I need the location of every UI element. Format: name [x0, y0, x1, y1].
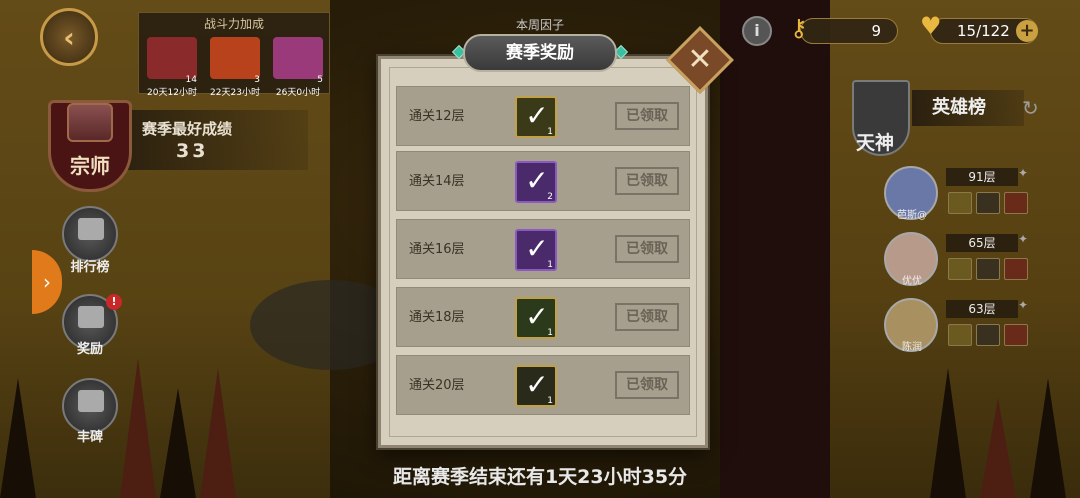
reward-condition: 通关16层: [409, 242, 465, 257]
gold-chest-icon: ♥: [920, 12, 942, 40]
monument-label: 丰碑: [76, 430, 103, 445]
back-button[interactable]: ‹: [40, 8, 98, 66]
season-best-label: 赛季最好成绩: [142, 120, 233, 138]
hero-board-tab[interactable]: 英雄榜: [912, 90, 1024, 126]
hero-item-slot: [1004, 192, 1028, 214]
reward-row: 通关18层 ✓ 1 已领取: [396, 287, 690, 347]
hero-name: 芭斯@: [897, 210, 927, 221]
reward-condition: 通关12层: [409, 109, 465, 124]
potion-buff-icon: [273, 37, 323, 79]
key-icon: ⚷: [790, 14, 808, 42]
reward-row: 通关12层 ✓ 1 已领取: [396, 86, 690, 146]
hero-rank-icon: ✦: [1018, 298, 1029, 312]
treasure-chest-icon: [78, 306, 104, 328]
hero-item-slot: [948, 324, 972, 346]
buff-count: 3: [254, 75, 260, 85]
buff-item[interactable]: 5 26天0小时: [269, 35, 327, 98]
notification-badge: !: [106, 294, 122, 310]
leaderboard-icon: [78, 218, 104, 240]
reward-item[interactable]: ✓ 2: [515, 161, 557, 203]
god-rank-name: 天神: [856, 132, 895, 154]
weekly-factor-label: 本周因子: [515, 18, 564, 32]
hero-floor: 63层: [946, 300, 1018, 318]
hero-rank-icon: ✦: [1018, 166, 1029, 180]
combat-buff-panel: 战斗力加成 14 20天12小时 3 22天23小时 5 26天0小时: [138, 12, 330, 98]
hero-floor: 91层: [946, 168, 1018, 186]
key-count: 9: [871, 22, 881, 40]
rank-emblem[interactable]: 宗师: [48, 100, 132, 192]
hero-name: 优优: [902, 276, 922, 287]
hero-item-slot: [1004, 324, 1028, 346]
claimed-stamp: 已领取: [615, 303, 679, 331]
buff-item[interactable]: 14 20天12小时: [143, 35, 201, 98]
hero-entry[interactable]: 芭斯@ 91层 ✦: [884, 166, 1034, 226]
hero-item-slot: [976, 324, 1000, 346]
buff-time: 26天0小时: [275, 88, 321, 98]
reward-condition: 通关20层: [409, 378, 465, 393]
reward-qty: 1: [547, 396, 553, 406]
season-best-panel: 赛季最好成绩 33: [128, 110, 308, 170]
reward-item[interactable]: ✓ 1: [515, 297, 557, 339]
season-best-value: 33: [176, 140, 209, 162]
modal-title: 赛季奖励: [463, 34, 617, 72]
rewards-label: 奖励: [76, 342, 103, 357]
buff-time: 22天23小时: [210, 88, 260, 98]
reward-qty: 2: [547, 192, 553, 202]
hero-floor: 65层: [946, 234, 1018, 252]
back-arrow-icon: ‹: [63, 20, 75, 54]
buff-count: 5: [317, 75, 323, 85]
hero-item-slot: [948, 258, 972, 280]
reward-qty: 1: [547, 127, 553, 137]
reward-row: 通关20层 ✓ 1 已领取: [396, 355, 690, 415]
reward-row: 通关14层 ✓ 2 已领取: [396, 151, 690, 211]
crown-crest-icon: [67, 103, 113, 142]
hero-item-slot: [1004, 258, 1028, 280]
hero-name: 陈润: [902, 342, 922, 353]
chevron-right-icon: ›: [43, 270, 51, 294]
stamina-count: 15/122: [957, 22, 1010, 40]
info-button[interactable]: i: [742, 16, 772, 46]
close-icon[interactable]: ✕: [676, 36, 724, 84]
buff-item[interactable]: 3 22天23小时: [206, 35, 264, 98]
hero-entry[interactable]: 陈润 63层 ✦: [884, 298, 1034, 358]
hero-item-slot: [976, 258, 1000, 280]
add-stamina-button[interactable]: +: [1016, 20, 1038, 42]
reward-qty: 1: [547, 260, 553, 270]
hero-entry[interactable]: 优优 65层 ✦: [884, 232, 1034, 292]
claimed-stamp: 已领取: [615, 235, 679, 263]
reward-item[interactable]: ✓ 1: [515, 365, 557, 407]
reward-item[interactable]: ✓ 1: [515, 96, 557, 138]
claimed-stamp: 已领取: [615, 167, 679, 195]
season-countdown: 距离赛季结束还有1天23小时35分: [392, 466, 688, 488]
leaderboard-button[interactable]: [62, 206, 118, 262]
reward-condition: 通关18层: [409, 310, 465, 325]
hero-item-slot: [976, 192, 1000, 214]
hero-rank-icon: ✦: [1018, 232, 1029, 246]
claimed-stamp: 已领取: [615, 102, 679, 130]
buff-count: 14: [185, 75, 197, 85]
claimed-stamp: 已领取: [615, 371, 679, 399]
reward-item[interactable]: ✓ 1: [515, 229, 557, 271]
buff-panel-title: 战斗力加成: [203, 17, 264, 31]
reward-row: 通关16层 ✓ 1 已领取: [396, 219, 690, 279]
heart-buff-icon: [147, 37, 197, 79]
leaderboard-label: 排行榜: [70, 260, 110, 275]
hero-item-slot: [948, 192, 972, 214]
buff-time: 20天12小时: [147, 88, 197, 98]
monument-icon: [78, 390, 104, 412]
reward-qty: 1: [547, 328, 553, 338]
fire-buff-icon: [210, 37, 260, 79]
rank-name: 宗师: [70, 154, 110, 178]
reward-condition: 通关14层: [409, 174, 465, 189]
refresh-icon[interactable]: ↻: [1022, 96, 1044, 120]
